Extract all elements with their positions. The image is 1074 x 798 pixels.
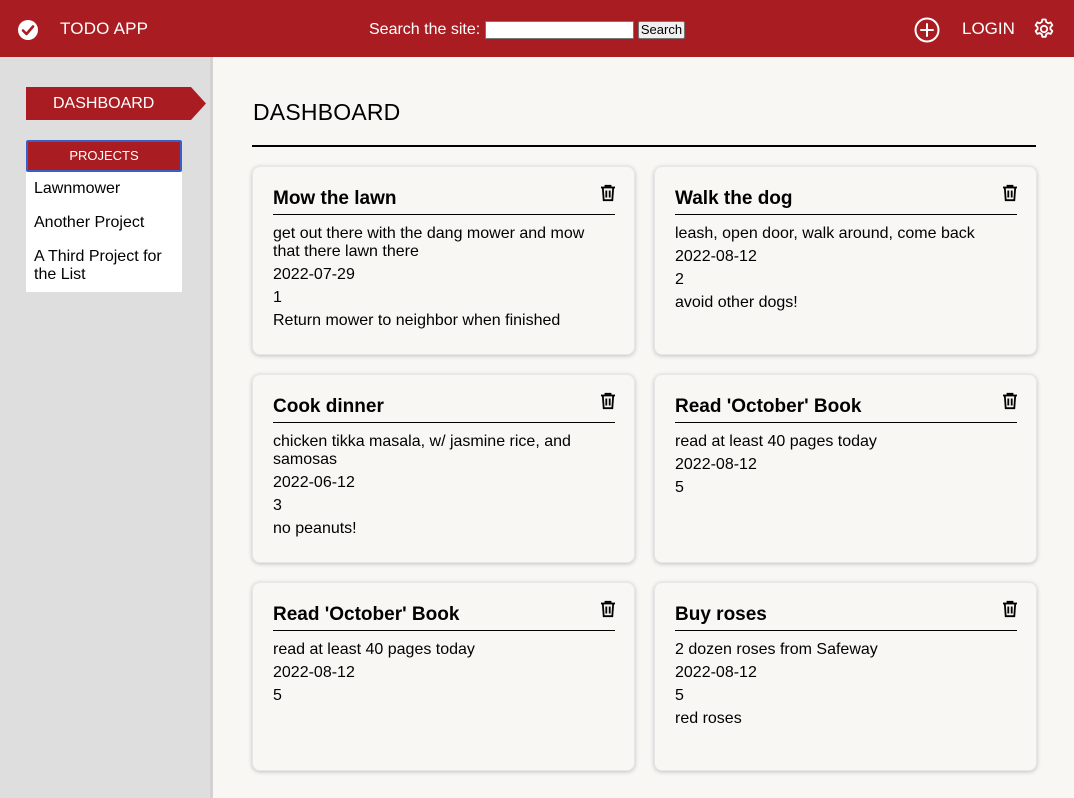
todo-description: get out there with the dang mower and mo…	[273, 225, 585, 260]
todo-description: read at least 40 pages today	[675, 433, 877, 450]
todo-due-date: 2022-07-29	[273, 266, 355, 283]
todo-description: read at least 40 pages today	[273, 641, 475, 658]
todo-details: chicken tikka masala, w/ jasmine rice, a…	[273, 433, 603, 543]
todo-priority: 2	[675, 271, 684, 288]
trash-icon[interactable]	[598, 183, 618, 203]
check-circle-icon	[18, 20, 38, 40]
todo-notes: no peanuts!	[273, 520, 357, 537]
todo-due-date: 2022-08-12	[675, 664, 757, 681]
todo-priority: 5	[675, 687, 684, 704]
todo-title: Read 'October' Book	[273, 604, 615, 631]
trash-icon[interactable]	[598, 599, 618, 619]
todo-details: leash, open door, walk around, come back…	[675, 225, 1005, 317]
todo-details: read at least 40 pages today 2022-08-12 5	[273, 641, 603, 710]
todo-due-date: 2022-08-12	[675, 248, 757, 265]
todo-title: Walk the dog	[675, 188, 1017, 215]
sidebar-item-project[interactable]: Lawnmower	[34, 180, 174, 198]
todo-card: Walk the dog leash, open door, walk aroun…	[654, 166, 1037, 355]
search-input[interactable]	[485, 21, 634, 39]
todo-priority: 5	[273, 687, 282, 704]
todo-due-date: 2022-08-12	[675, 456, 757, 473]
todo-description: leash, open door, walk around, come back	[675, 225, 975, 242]
todo-card: Cook dinner chicken tikka masala, w/ jasm…	[252, 374, 635, 563]
plus-circle-icon[interactable]	[913, 16, 941, 44]
todo-priority: 3	[273, 497, 282, 514]
trash-icon[interactable]	[1000, 391, 1020, 411]
todo-card: Mow the lawn get out there with the dang …	[252, 166, 635, 355]
todo-priority: 5	[675, 479, 684, 496]
sidebar-item-project[interactable]: A Third Project for the List	[34, 248, 174, 284]
sidebar-item-project[interactable]: Another Project	[34, 214, 174, 232]
sidebar: DASHBOARD PROJECTS Lawnmower Another Pro…	[0, 57, 213, 798]
todo-details: read at least 40 pages today 2022-08-12 5	[675, 433, 1005, 502]
todo-priority: 1	[273, 289, 282, 306]
todo-card: Buy roses 2 dozen roses from Safeway 2022-…	[654, 582, 1037, 771]
todo-title: Mow the lawn	[273, 188, 615, 215]
search-button[interactable]: Search	[638, 21, 685, 39]
app-title: TODO APP	[60, 19, 149, 38]
todo-notes: Return mower to neighbor when finished	[273, 312, 561, 329]
top-bar: TODO APP Search the site: Search LOGIN	[0, 0, 1074, 57]
todo-title: Read 'October' Book	[675, 396, 1017, 423]
projects-button[interactable]: PROJECTS	[26, 140, 182, 172]
todo-card: Read 'October' Book read at least 40 page…	[654, 374, 1037, 563]
todo-description: 2 dozen roses from Safeway	[675, 641, 878, 658]
search-label: Search the site:	[369, 21, 481, 38]
page-title: DASHBOARD	[253, 99, 401, 125]
todo-description: chicken tikka masala, w/ jasmine rice, a…	[273, 433, 571, 468]
todo-details: 2 dozen roses from Safeway 2022-08-12 5 red…	[675, 641, 1005, 733]
todo-notes: red roses	[675, 710, 742, 727]
gear-icon[interactable]	[1032, 17, 1056, 41]
todo-notes: avoid other dogs!	[675, 294, 798, 311]
login-link[interactable]: LOGIN	[962, 19, 1015, 39]
trash-icon[interactable]	[1000, 599, 1020, 619]
projects-panel: PROJECTS Lawnmower Another Project A Thi…	[26, 140, 182, 292]
sidebar-dashboard-tab[interactable]: DASHBOARD	[26, 87, 206, 120]
title-divider	[252, 145, 1036, 147]
todo-due-date: 2022-08-12	[273, 664, 355, 681]
trash-icon[interactable]	[598, 391, 618, 411]
trash-icon[interactable]	[1000, 183, 1020, 203]
todo-title: Cook dinner	[273, 396, 615, 423]
todo-title: Buy roses	[675, 604, 1017, 631]
todo-due-date: 2022-06-12	[273, 474, 355, 491]
todo-card: Read 'October' Book read at least 40 page…	[252, 582, 635, 771]
todo-details: get out there with the dang mower and mo…	[273, 225, 603, 335]
